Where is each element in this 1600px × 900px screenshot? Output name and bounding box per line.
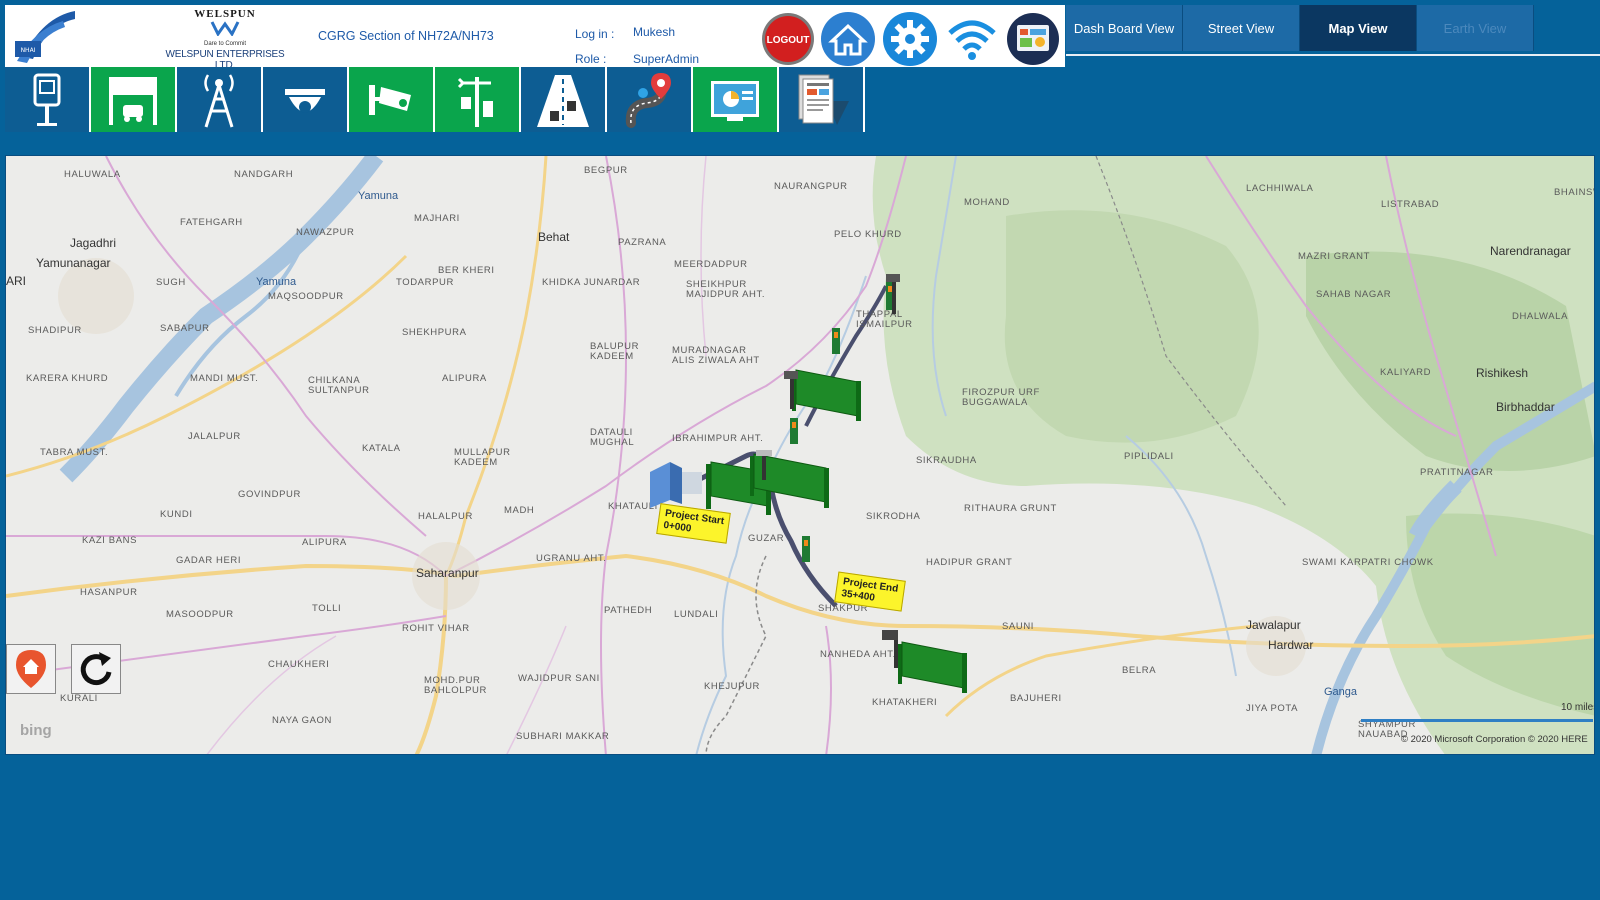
home-location-icon xyxy=(16,650,46,688)
cctv-camera-button[interactable] xyxy=(349,67,435,132)
map-scale-label: 10 miles xyxy=(1561,702,1595,713)
svg-text:NHAI: NHAI xyxy=(21,47,36,54)
welspun-w-icon xyxy=(210,21,240,37)
route-map-icon xyxy=(625,72,671,128)
toll-plaza-button[interactable] xyxy=(91,67,177,132)
emergency-call-box-icon xyxy=(33,73,61,126)
weather-station-icon xyxy=(457,76,493,127)
highway-traffic-icon xyxy=(537,74,589,127)
vms-gantry-icon xyxy=(898,641,967,693)
role-value: SuperAdmin xyxy=(633,52,700,66)
map-attribution: © 2020 Microsoft Corporation © 2020 HERE xyxy=(1401,734,1588,745)
login-user: Mukesh xyxy=(633,25,676,39)
login-label: Log in : xyxy=(575,27,615,41)
camera-marker-icon xyxy=(882,630,898,668)
welspun-logo: WELSPUN Dare to Commit WELSPUN ENTERPRIS… xyxy=(160,7,290,71)
toll-plaza-icon xyxy=(109,76,157,125)
map-equipment-layer xyxy=(650,274,967,693)
bing-logo: bing xyxy=(20,722,52,739)
dashboard-app-icon[interactable] xyxy=(1005,11,1061,67)
tab-street-view[interactable]: Street View xyxy=(1183,5,1300,51)
map-home-button[interactable] xyxy=(6,644,56,694)
nhai-logo: NHAI xyxy=(13,7,79,65)
section-title: CGRG Section of NH72A/NH73 xyxy=(318,29,494,43)
view-tabs: Dash Board View Street View Map View Ear… xyxy=(1066,5,1534,51)
ecb-marker-icon xyxy=(802,536,810,562)
company-top: WELSPUN xyxy=(194,8,256,20)
device-toolbar xyxy=(5,67,865,132)
tab-earth-view[interactable]: Earth View xyxy=(1417,5,1534,51)
dashboard-panel-button[interactable] xyxy=(693,67,779,132)
ecb-marker-icon xyxy=(832,328,840,354)
dashboard-panel-icon xyxy=(711,80,759,121)
tabs-underline xyxy=(1066,54,1600,56)
header-bar: NHAI WELSPUN Dare to Commit WELSPUN ENTE… xyxy=(5,5,1065,71)
logout-label: LOGOUT xyxy=(767,35,810,46)
tab-map-view[interactable]: Map View xyxy=(1300,5,1417,51)
reports-icon xyxy=(798,74,849,125)
map-scale-bar xyxy=(1361,719,1593,722)
role-label: Role : xyxy=(575,52,607,66)
company-tagline: Dare to Commit xyxy=(203,41,246,47)
weather-station-button[interactable] xyxy=(435,67,521,132)
reports-button[interactable] xyxy=(779,67,865,132)
map-refresh-button[interactable] xyxy=(71,644,121,694)
logout-button[interactable]: LOGOUT xyxy=(760,11,816,67)
control-building-icon xyxy=(650,462,702,508)
highway-traffic-button[interactable] xyxy=(521,67,607,132)
route-map-button[interactable] xyxy=(607,67,693,132)
home-button[interactable] xyxy=(820,11,876,67)
tab-dashboard-view[interactable]: Dash Board View xyxy=(1066,5,1183,51)
ecb-marker-icon xyxy=(790,418,798,444)
map-canvas[interactable]: HALUWALA NANDGARH BEGPUR NAURANGPUR MOHA… xyxy=(5,155,1595,755)
refresh-icon xyxy=(80,652,112,686)
emergency-call-box-button[interactable] xyxy=(5,67,91,132)
radio-tower-icon xyxy=(204,73,234,127)
dome-camera-icon xyxy=(285,88,325,113)
cctv-camera-icon xyxy=(369,84,411,115)
radio-tower-button[interactable] xyxy=(177,67,263,132)
vms-gantry-icon xyxy=(792,369,861,421)
dome-camera-button[interactable] xyxy=(263,67,349,132)
settings-button[interactable] xyxy=(882,11,938,67)
wifi-status-icon[interactable] xyxy=(944,11,1000,67)
